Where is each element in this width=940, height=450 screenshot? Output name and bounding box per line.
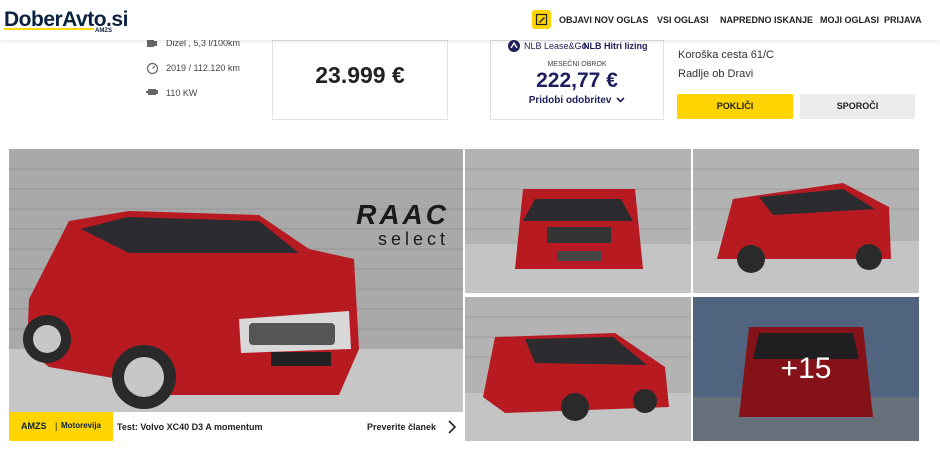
amzs-badge: AMZS | Motorevija	[9, 412, 113, 441]
thumb-side-front[interactable]	[693, 149, 919, 293]
loan-card[interactable]: NLB Lease&Go NLB Hitri lizing MESEČNI OB…	[490, 40, 664, 120]
article-banner[interactable]: AMZS | Motorevija Test: Volvo XC40 D3 A …	[9, 412, 463, 441]
thumb-front[interactable]	[465, 149, 691, 293]
nlb-logo-icon	[508, 40, 520, 52]
raac-logo: RAAC	[356, 199, 449, 230]
price-value: 23.999 €	[315, 62, 405, 88]
seller-city: Radlje ob Dravi	[678, 68, 754, 80]
thumb-rear-side[interactable]	[465, 297, 691, 441]
logo-sub: AMZS	[94, 28, 113, 34]
loan-brand-name: NLB Hitri lizing	[583, 41, 648, 51]
amzs-brand: AMZS	[21, 421, 47, 431]
seller-street: Koroška cesta 61/C	[678, 49, 774, 61]
photo-gallery: RAAC select +15	[9, 149, 919, 441]
more-photos-overlay[interactable]: +15	[693, 297, 919, 441]
approval-link[interactable]: Pridobi odobritev	[491, 95, 663, 106]
main-car-photo[interactable]: RAAC select	[9, 149, 463, 441]
raac-logo-sub: select	[377, 229, 449, 249]
monthly-amount: 222,77 €	[536, 69, 618, 92]
edit-icon[interactable]	[532, 10, 551, 29]
report-button[interactable]: SPOROČI	[800, 94, 915, 119]
loan-brand: NLB Lease&Go	[524, 41, 587, 51]
gauge-icon	[146, 62, 159, 74]
engine-icon	[146, 89, 158, 95]
top-header: DoberAvto.si AMZS OBJAVI NOV OGLAS VSI O…	[0, 0, 940, 40]
monthly-label: MESEČNI OBROK	[547, 61, 607, 68]
chevron-down-icon	[616, 97, 625, 103]
nav-napredno-iskanje[interactable]: NAPREDNO ISKANJE	[720, 15, 813, 25]
spec-power: 110 KW	[166, 88, 198, 98]
spec-year-km: 2019 / 112.120 km	[166, 63, 240, 73]
raac-watermark: RAAC select	[309, 199, 449, 249]
call-button[interactable]: POKLIČI	[677, 94, 793, 119]
nav-vsi-oglasi[interactable]: VSI OGLASI	[657, 15, 709, 25]
article-title[interactable]: Test: Volvo XC40 D3 A momentum	[117, 422, 263, 432]
price-card: 23.999 €	[272, 40, 448, 120]
approval-link-label: Pridobi odobritev	[528, 95, 612, 106]
article-link[interactable]: Preverite članek	[367, 422, 436, 432]
amzs-section: Motorevija	[61, 421, 102, 430]
nav-objavi-oglas[interactable]: OBJAVI NOV OGLAS	[559, 15, 648, 25]
nav-prijava[interactable]: PRIJAVA	[884, 15, 922, 25]
nav-moji-oglasi[interactable]: MOJI OGLASI	[820, 15, 879, 25]
thumb-rear[interactable]: +15	[693, 297, 919, 441]
amzs-divider: |	[55, 421, 58, 431]
chevron-right-icon[interactable]	[447, 420, 457, 434]
